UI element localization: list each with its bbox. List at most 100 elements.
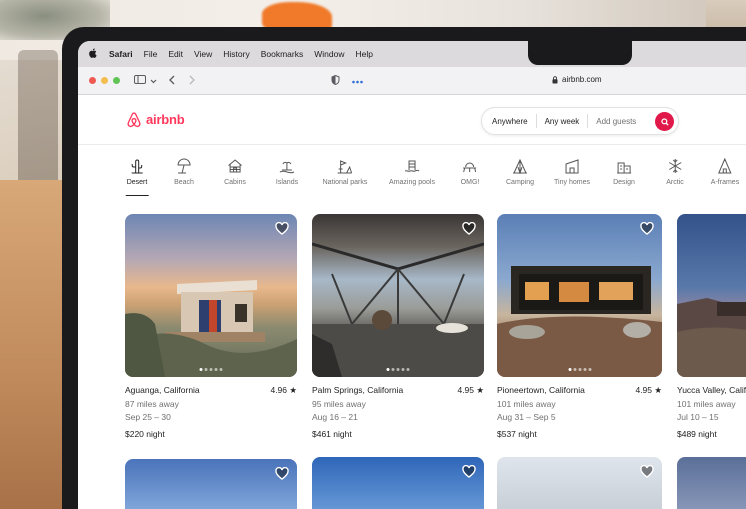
menu-help[interactable]: Help <box>355 49 372 59</box>
listing-photo[interactable] <box>312 457 484 509</box>
island-icon <box>279 161 295 174</box>
category-label: Beach <box>174 179 194 186</box>
listing-photo[interactable] <box>312 214 484 377</box>
listing-dates: Aug 16 – 21 <box>312 412 358 422</box>
chevron-down-icon[interactable] <box>150 76 157 86</box>
search-who[interactable]: Add guests <box>588 117 644 126</box>
back-arrow-icon[interactable] <box>169 75 175 87</box>
category-arctic[interactable]: Arctic <box>666 158 684 186</box>
menu-window[interactable]: Window <box>314 49 344 59</box>
listing-card[interactable]: Aguanga, California 4.96 ★ 87 miles away… <box>125 214 297 441</box>
tent-icon <box>512 158 527 174</box>
listing-photo[interactable] <box>497 214 662 377</box>
cabin-icon <box>228 159 242 173</box>
menu-edit[interactable]: Edit <box>168 49 183 59</box>
listing-info: Yucca Valley, Califo 101 miles away Jul … <box>677 384 746 441</box>
listing-price: $489 night <box>677 428 746 442</box>
listing-card[interactable]: Palm Springs, California 4.95 ★ 95 miles… <box>312 214 484 441</box>
browser-toolbar: airbnb.com <box>78 67 746 95</box>
menu-view[interactable]: View <box>194 49 212 59</box>
listing-rating: 4.95 ★ <box>635 385 662 395</box>
favorite-heart-icon[interactable] <box>275 221 289 240</box>
search-button[interactable] <box>655 112 674 131</box>
apple-icon[interactable] <box>88 48 97 61</box>
extension-icon[interactable] <box>352 76 363 86</box>
listing-distance: 101 miles away <box>677 398 736 409</box>
a-frame-icon <box>718 158 732 174</box>
url-text: airbnb.com <box>562 75 602 84</box>
category-amazing-pools[interactable]: Amazing pools <box>389 158 435 186</box>
airbnb-logo[interactable]: airbnb <box>125 110 185 128</box>
pool-icon <box>404 160 420 172</box>
category-omg[interactable]: OMG! <box>461 158 479 186</box>
logo-wordmark: airbnb <box>146 111 185 127</box>
category-label: Islands <box>275 179 299 186</box>
search-where[interactable]: Anywhere <box>482 117 536 126</box>
category-bar: Desert Beach Cabins Islands National par… <box>78 158 746 202</box>
category-label: Tiny homes <box>554 179 590 186</box>
sidebar-toggle-icon[interactable] <box>134 75 146 86</box>
close-window-button[interactable] <box>89 77 96 84</box>
category-label: Desert <box>126 179 148 186</box>
menu-bookmarks[interactable]: Bookmarks <box>261 49 304 59</box>
search-icon <box>660 117 669 126</box>
category-a-frames[interactable]: A-frames <box>711 158 739 186</box>
zoom-window-button[interactable] <box>113 77 120 84</box>
category-tiny-homes[interactable]: Tiny homes <box>554 158 590 186</box>
minimize-window-button[interactable] <box>101 77 108 84</box>
favorite-heart-icon[interactable] <box>462 464 476 483</box>
listing-rating: 4.96 ★ <box>270 385 297 395</box>
category-label: National parks <box>322 179 368 186</box>
background-table <box>0 180 70 509</box>
listing-rating: 4.95 ★ <box>457 385 484 395</box>
privacy-shield-icon[interactable] <box>331 74 340 87</box>
category-islands[interactable]: Islands <box>276 158 298 186</box>
background-chair <box>18 50 58 200</box>
listing-info: Pioneertown, California 4.95 ★ 101 miles… <box>497 384 662 441</box>
desert-dusk-photo <box>677 298 746 377</box>
menu-history[interactable]: History <box>223 49 249 59</box>
favorite-heart-icon[interactable] <box>275 466 289 485</box>
price-unit: night <box>518 428 537 439</box>
address-bar[interactable]: airbnb.com <box>552 75 602 84</box>
category-camping[interactable]: Camping <box>506 158 534 186</box>
listing-info: Palm Springs, California 4.95 ★ 95 miles… <box>312 384 484 441</box>
category-label: Design <box>613 179 635 186</box>
photo-carousel-dots <box>386 368 410 371</box>
listing-card[interactable]: Yucca Valley, Califo 101 miles away Jul … <box>677 214 746 441</box>
listing-photo[interactable] <box>677 457 746 509</box>
forward-arrow-icon[interactable] <box>189 75 195 87</box>
listing-photo[interactable] <box>125 459 297 509</box>
search-bar[interactable]: Anywhere Any week Add guests <box>481 107 679 135</box>
category-national-parks[interactable]: National parks <box>322 158 368 186</box>
tiny-cabin-photo <box>125 280 297 377</box>
favorite-heart-icon[interactable] <box>640 221 654 240</box>
favorite-heart-icon[interactable] <box>462 221 476 240</box>
search-when[interactable]: Any week <box>537 117 588 126</box>
dome-interior-photo <box>312 242 484 377</box>
listing-price: $220 night <box>125 428 297 442</box>
category-cabins[interactable]: Cabins <box>224 158 246 186</box>
listing-photo[interactable] <box>677 214 746 377</box>
category-desert[interactable]: Desert <box>125 158 148 196</box>
category-beach[interactable]: Beach <box>174 158 194 186</box>
listing-location: Yucca Valley, Califo <box>677 385 746 395</box>
modern-cabin-photo <box>497 266 662 377</box>
price-amount: $461 <box>312 428 331 439</box>
menu-app-name[interactable]: Safari <box>109 49 133 59</box>
listing-distance: 87 miles away <box>125 398 179 409</box>
listing-card[interactable]: Pioneertown, California 4.95 ★ 101 miles… <box>497 214 662 441</box>
design-icon <box>616 162 631 174</box>
category-label: Arctic <box>666 179 684 186</box>
listing-photo[interactable] <box>497 457 662 509</box>
category-design[interactable]: Design <box>613 158 635 186</box>
listing-price: $461 night <box>312 428 484 442</box>
menu-file[interactable]: File <box>144 49 158 59</box>
tiny-home-icon <box>565 159 579 174</box>
photo-carousel-dots <box>199 368 223 371</box>
lock-icon <box>552 75 558 83</box>
favorite-heart-icon[interactable] <box>640 464 654 483</box>
price-unit: night <box>146 428 165 439</box>
listing-photo[interactable] <box>125 214 297 377</box>
camera-notch <box>528 41 632 65</box>
